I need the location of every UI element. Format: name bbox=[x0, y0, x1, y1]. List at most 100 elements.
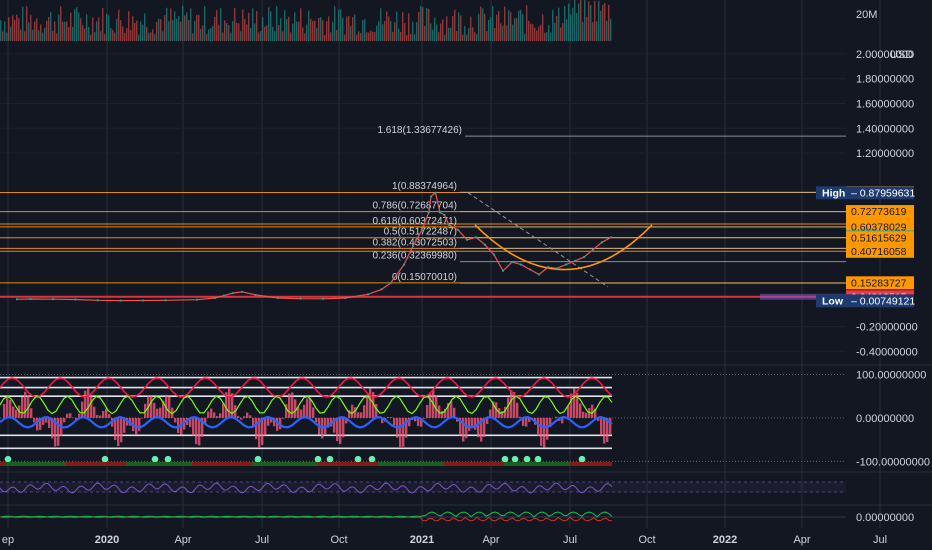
volume-bar bbox=[380, 8, 382, 41]
price-point bbox=[222, 294, 226, 297]
osc-histogram-bar bbox=[309, 398, 312, 418]
status-strip-segment bbox=[522, 462, 528, 466]
bottom-red-line[interactable] bbox=[0, 516, 613, 522]
osc-histogram-bar bbox=[375, 403, 378, 418]
volume-bar bbox=[84, 28, 86, 41]
volume-bar bbox=[320, 17, 322, 41]
volume-bar bbox=[184, 15, 186, 41]
price-point bbox=[546, 265, 550, 269]
time-tick-label: Oct bbox=[330, 534, 347, 546]
volume-bar bbox=[434, 17, 436, 41]
dashed-trend-line[interactable] bbox=[467, 192, 609, 288]
volume-bar bbox=[584, 0, 586, 41]
volume-bar bbox=[542, 14, 544, 42]
osc-blue-line[interactable] bbox=[0, 415, 613, 429]
osc-histogram-bar bbox=[87, 387, 90, 418]
bottom-green-line[interactable] bbox=[0, 511, 613, 518]
volume-bar bbox=[374, 31, 376, 41]
signal-dot bbox=[314, 455, 322, 463]
status-strip-segment bbox=[246, 462, 252, 466]
price-point bbox=[15, 298, 19, 301]
volume-bar bbox=[510, 12, 512, 41]
status-strip-segment bbox=[456, 462, 462, 466]
volume-bar bbox=[72, 26, 74, 41]
volume-bar bbox=[562, 23, 564, 41]
volume-bar bbox=[138, 34, 140, 41]
volume-bar bbox=[396, 11, 398, 41]
status-strip-segment bbox=[222, 462, 228, 466]
price-point bbox=[573, 259, 577, 262]
volume-bar bbox=[226, 22, 228, 41]
oscillator-panel[interactable] bbox=[0, 374, 846, 466]
volume-bar bbox=[444, 34, 446, 41]
status-strip-segment bbox=[576, 462, 582, 466]
osc-histogram-bar bbox=[519, 416, 522, 418]
volume-bar bbox=[280, 18, 282, 41]
volume-bar bbox=[170, 8, 172, 41]
volume-bar bbox=[338, 9, 340, 41]
volume-bar bbox=[214, 17, 216, 41]
price-point bbox=[447, 223, 451, 227]
status-strip-segment bbox=[402, 462, 408, 466]
cup-curve[interactable] bbox=[474, 224, 653, 271]
volume-bar bbox=[334, 6, 336, 41]
volume-bar bbox=[186, 12, 188, 41]
volume-bar bbox=[594, 1, 596, 41]
status-strip-segment bbox=[564, 462, 570, 466]
status-strip-segment bbox=[132, 462, 138, 466]
volume-bar bbox=[108, 15, 110, 41]
volume-bar bbox=[42, 32, 44, 41]
rsi-panel[interactable] bbox=[0, 481, 846, 494]
status-strip-segment bbox=[96, 462, 102, 466]
volume-bar bbox=[566, 19, 568, 41]
price-series-line[interactable] bbox=[16, 191, 612, 302]
price-axis[interactable]: 2.000000001.800000001.600000001.40000000… bbox=[816, 49, 930, 524]
volume-bar bbox=[190, 8, 192, 41]
status-strip-segment bbox=[102, 462, 108, 466]
volume-bar bbox=[530, 23, 532, 41]
volume-bar bbox=[546, 32, 548, 41]
volume-bar bbox=[446, 16, 448, 41]
volume-bar bbox=[236, 22, 238, 41]
volume-bar bbox=[230, 33, 232, 41]
volume-bar bbox=[412, 21, 414, 41]
status-strip-segment bbox=[414, 462, 420, 466]
status-strip-segment bbox=[342, 462, 348, 466]
status-strip-segment bbox=[504, 462, 510, 466]
volume-bar bbox=[298, 21, 300, 41]
time-axis[interactable]: ep 2020 Apr Jul Oct 2021 Apr Jul Oct 2022 Apr Jul bbox=[0, 0, 932, 550]
price-point bbox=[510, 261, 514, 264]
volume-bar bbox=[54, 21, 56, 41]
status-strip-segment bbox=[30, 462, 36, 466]
volume-bar bbox=[516, 18, 518, 41]
volume-bar bbox=[174, 11, 176, 41]
osc-histogram-bar bbox=[426, 405, 429, 418]
price-panel[interactable]: 1.618(1.33677426) 1(0.88374964) 0.786(0.72… bbox=[0, 125, 846, 302]
price-point bbox=[564, 263, 568, 266]
osc-histogram-bar bbox=[264, 417, 267, 436]
volume-bar bbox=[40, 24, 42, 41]
price-point bbox=[438, 211, 442, 214]
osc-histogram-bar bbox=[66, 413, 69, 418]
signal-dot bbox=[523, 455, 531, 463]
volume-bar bbox=[2, 31, 4, 41]
volume-bar bbox=[234, 7, 236, 42]
price-point bbox=[321, 297, 325, 300]
status-strip-segment bbox=[162, 462, 168, 466]
bottom-indicator-panel[interactable] bbox=[0, 511, 846, 522]
volume-bar bbox=[600, 10, 602, 41]
volume-bar bbox=[294, 12, 296, 41]
osc-histogram-bar bbox=[471, 417, 474, 427]
volume-bar bbox=[80, 18, 82, 41]
volume-bar bbox=[6, 32, 8, 41]
fib-level-label: 0.236(0.32369980) bbox=[372, 251, 457, 262]
volume-bar bbox=[350, 26, 352, 41]
osc-histogram-bar bbox=[105, 408, 108, 418]
status-strip-segment bbox=[486, 462, 492, 466]
price-tag-label: 0.72773619 bbox=[851, 206, 907, 218]
volume-bar bbox=[560, 27, 562, 41]
volume-bar bbox=[208, 29, 210, 41]
trading-chart[interactable]: 1.618(1.33677426) 1(0.88374964) 0.786(0.72… bbox=[0, 0, 932, 550]
volume-bar bbox=[306, 24, 308, 41]
price-point bbox=[344, 296, 347, 300]
